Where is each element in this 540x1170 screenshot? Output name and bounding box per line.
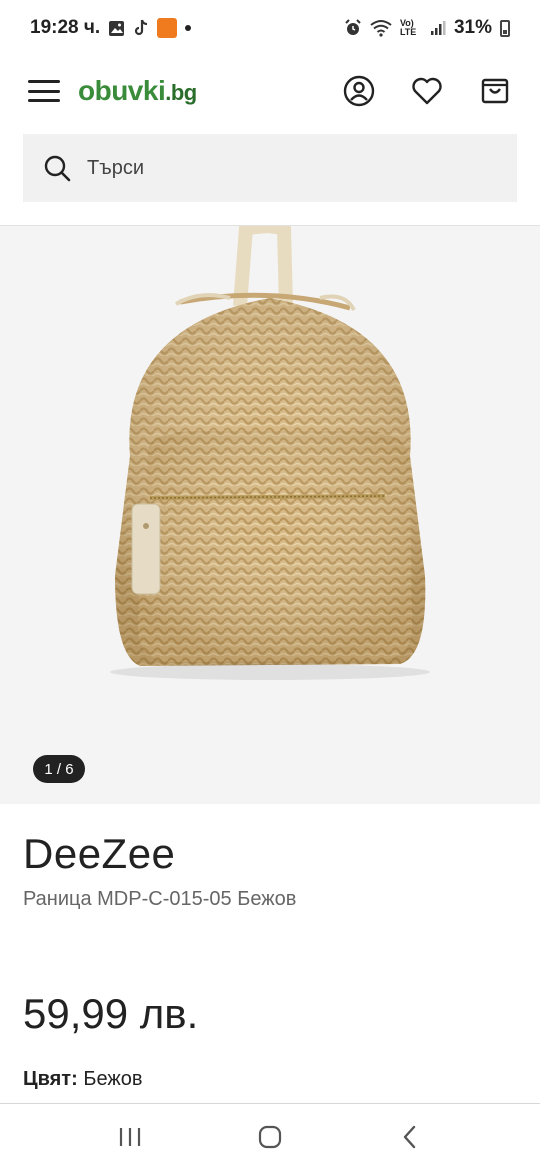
product-color: Цвят: Бежов	[23, 1068, 142, 1091]
header-actions	[342, 74, 512, 108]
system-navbar	[0, 1104, 540, 1170]
alarm-icon	[345, 19, 361, 35]
site-logo[interactable]: obuvki.bg	[78, 75, 197, 107]
product-brand[interactable]: DeeZee	[23, 830, 175, 878]
battery-percent: 31%	[453, 17, 492, 38]
wifi-icon	[370, 20, 392, 37]
product-image-gallery[interactable]: 1 / 6	[0, 226, 540, 804]
home-icon[interactable]	[250, 1117, 290, 1157]
account-icon[interactable]	[342, 74, 376, 108]
search-placeholder: Търси	[87, 156, 145, 179]
tiktok-icon	[135, 19, 148, 36]
product-price: 59,99 лв.	[23, 990, 199, 1037]
status-left: 19:28 ч.	[30, 17, 192, 39]
color-value: Бежов	[83, 1068, 143, 1090]
product-name: Раница MDP-C-015-05 Бежов	[23, 888, 297, 910]
color-label: Цвят:	[23, 1068, 78, 1090]
cart-icon[interactable]	[478, 74, 512, 108]
network-label: Vo) LTE	[399, 18, 417, 37]
product-image[interactable]	[0, 226, 540, 804]
signal-icon	[430, 21, 446, 35]
temu-icon	[157, 18, 178, 38]
notification-dot-icon	[185, 25, 192, 31]
status-right: Vo) LTE 31%	[344, 17, 510, 39]
status-bar: 19:28 ч. Vo) LTE 31%	[0, 0, 540, 56]
search-input[interactable]: Търси	[23, 134, 517, 202]
logo-tld: .bg	[165, 80, 197, 105]
search-icon	[44, 155, 71, 182]
battery-icon	[500, 19, 510, 37]
heart-icon[interactable]	[410, 74, 444, 108]
recent-apps-icon[interactable]	[110, 1117, 150, 1157]
logo-main: obuvki	[78, 75, 166, 106]
gallery-icon	[109, 20, 125, 36]
app-header: obuvki.bg	[0, 56, 540, 126]
back-icon[interactable]	[390, 1117, 430, 1157]
image-counter: 1 / 6	[33, 755, 85, 783]
menu-icon[interactable]	[28, 80, 60, 102]
status-time: 19:28 ч.	[30, 17, 101, 38]
